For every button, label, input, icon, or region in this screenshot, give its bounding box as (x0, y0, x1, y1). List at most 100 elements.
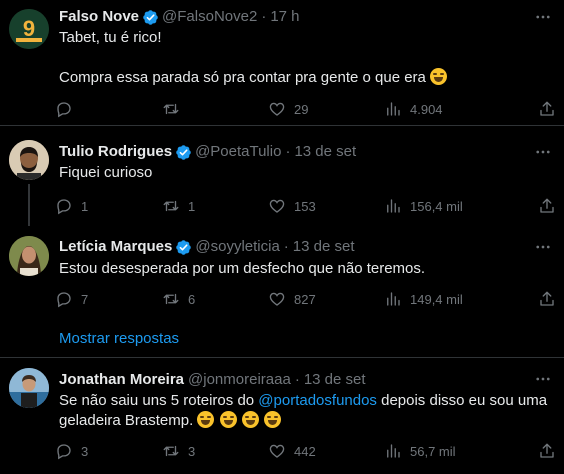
more-options-icon[interactable] (534, 8, 552, 26)
share-button[interactable] (538, 97, 564, 121)
reply-icon (55, 290, 73, 308)
reply-icon (55, 442, 73, 460)
views-button[interactable]: 149,4 mil (384, 287, 463, 311)
more-options-icon[interactable] (534, 143, 552, 161)
share-button[interactable] (538, 287, 564, 311)
retweet-count: 3 (188, 443, 196, 459)
timestamp[interactable]: 17 h (270, 7, 299, 27)
tweet-text-part: Se não saiu uns 5 roteiros do (59, 392, 259, 409)
user-name[interactable]: Jonathan Moreira (59, 370, 184, 390)
user-photo-icon (9, 368, 49, 408)
show-replies-link[interactable]: Mostrar respostas (59, 329, 179, 349)
views-chart-icon (384, 290, 402, 308)
reply-button[interactable]: 7 (55, 287, 88, 311)
share-icon (538, 197, 556, 215)
tweet-leticia-marques[interactable]: Letícia Marques @soyyleticia · 13 de set… (0, 230, 564, 320)
reply-button[interactable]: 1 (55, 194, 88, 218)
user-handle[interactable]: @soyyleticia (195, 237, 279, 257)
timestamp[interactable]: 13 de set (294, 142, 356, 162)
reply-count: 1 (81, 198, 89, 214)
tweet-header: Jonathan Moreira @jonmoreiraaa · 13 de s… (59, 370, 366, 390)
user-photo-icon (9, 236, 49, 276)
timestamp[interactable]: 13 de set (304, 370, 366, 390)
tears-of-joy-emoji-icon (219, 411, 237, 428)
like-count: 29 (294, 101, 309, 117)
timestamp[interactable]: 13 de set (293, 237, 355, 257)
share-button[interactable] (538, 194, 564, 218)
retweet-count: 6 (188, 291, 196, 307)
avatar[interactable] (9, 368, 49, 408)
views-button[interactable]: 56,7 mil (384, 439, 456, 463)
tears-of-joy-emoji-icon (241, 411, 259, 428)
mention-link[interactable]: @portadosfundos (258, 392, 377, 409)
separator-dot: · (285, 143, 291, 160)
share-icon (538, 100, 556, 118)
reply-button[interactable] (55, 97, 81, 121)
like-button[interactable]: 153 (268, 194, 316, 218)
more-options-icon[interactable] (534, 238, 552, 256)
separator-dot: · (294, 371, 300, 388)
reply-button[interactable]: 3 (55, 439, 88, 463)
avatar[interactable] (9, 140, 49, 180)
user-photo-icon (9, 140, 49, 180)
tweet-text: Tabet, tu é rico! Compra essa parada só … (59, 28, 550, 88)
action-bar: 1 1 153 156,4 mil (52, 194, 556, 218)
retweet-button[interactable] (162, 97, 188, 121)
views-button[interactable]: 4.904 (384, 97, 443, 121)
user-handle[interactable]: @PoetaTulio (195, 142, 281, 162)
rofl-emoji-icon (430, 68, 448, 85)
heart-icon (268, 290, 286, 308)
like-count: 153 (294, 198, 316, 214)
view-count: 149,4 mil (410, 291, 463, 307)
like-button[interactable]: 827 (268, 287, 316, 311)
reply-icon (55, 197, 73, 215)
user-handle[interactable]: @jonmoreiraaa (188, 370, 291, 390)
like-button[interactable]: 442 (268, 439, 316, 463)
user-name[interactable]: Falso Nove (59, 7, 139, 27)
views-chart-icon (384, 197, 402, 215)
tweet-falso-nove[interactable]: 9 Falso Nove @FalsoNove2 · 17 h Tabet, t… (0, 0, 564, 125)
tears-of-joy-emoji-icon (263, 411, 281, 428)
verified-badge-icon (175, 144, 192, 161)
separator-dot: · (261, 8, 267, 25)
verified-badge-icon (175, 239, 192, 256)
action-bar: 3 3 442 56,7 mil (52, 439, 556, 463)
tears-of-joy-emoji-icon (197, 411, 215, 428)
avatar[interactable]: 9 (9, 9, 49, 49)
heart-icon (268, 442, 286, 460)
view-count: 4.904 (410, 101, 443, 117)
tweet-header: Tulio Rodrigues @PoetaTulio · 13 de set (59, 142, 356, 162)
views-chart-icon (384, 100, 402, 118)
action-bar: 7 6 827 149,4 mil (52, 287, 556, 311)
tweet-header: Falso Nove @FalsoNove2 · 17 h (59, 7, 300, 27)
avatar[interactable] (9, 236, 49, 276)
separator-dot: · (283, 238, 289, 255)
like-count: 442 (294, 443, 316, 459)
view-count: 56,7 mil (410, 443, 456, 459)
retweet-button[interactable]: 3 (162, 439, 195, 463)
user-name[interactable]: Tulio Rodrigues (59, 142, 172, 162)
thread-line (28, 184, 30, 226)
heart-icon (268, 197, 286, 215)
like-button[interactable]: 29 (268, 97, 308, 121)
heart-icon (268, 100, 286, 118)
tweet-tulio-rodrigues[interactable]: Tulio Rodrigues @PoetaTulio · 13 de set … (0, 126, 564, 230)
tweet-jonathan-moreira[interactable]: Jonathan Moreira @jonmoreiraaa · 13 de s… (0, 358, 564, 474)
verified-badge-icon (142, 9, 159, 26)
retweet-button[interactable]: 6 (162, 287, 195, 311)
like-count: 827 (294, 291, 316, 307)
tweet-header: Letícia Marques @soyyleticia · 13 de set (59, 237, 355, 257)
share-icon (538, 290, 556, 308)
share-icon (538, 442, 556, 460)
user-name[interactable]: Letícia Marques (59, 237, 172, 257)
share-button[interactable] (538, 439, 564, 463)
view-count: 156,4 mil (410, 198, 463, 214)
tweet-text-content: Tabet, tu é rico! Compra essa parada só … (59, 29, 426, 86)
tweet-text: Estou desesperada por um desfecho que nã… (59, 260, 426, 277)
views-button[interactable]: 156,4 mil (384, 194, 463, 218)
retweet-icon (162, 442, 180, 460)
retweet-count: 1 (188, 198, 196, 214)
user-handle[interactable]: @FalsoNove2 (162, 7, 257, 27)
retweet-button[interactable]: 1 (162, 194, 195, 218)
more-options-icon[interactable] (534, 370, 552, 388)
